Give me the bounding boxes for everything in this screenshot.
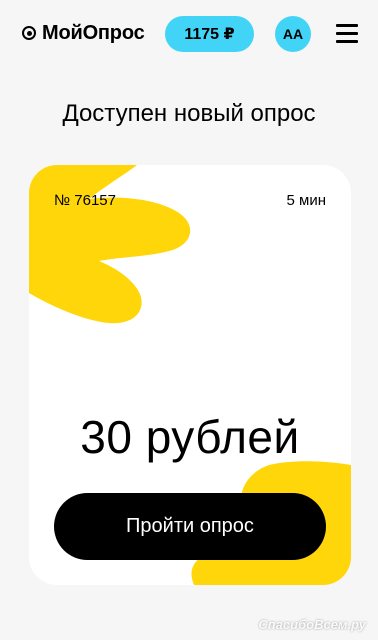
logo[interactable]: МойОпрос (22, 20, 145, 46)
survey-duration: 5 мин (286, 192, 327, 209)
reward-amount: 30 рублей (80, 411, 300, 463)
survey-card[interactable]: № 76157 5 мин 30 рублей Пройти опрос (29, 165, 351, 585)
logo-icon (22, 26, 36, 40)
page-title: Доступен новый опрос (62, 100, 316, 127)
app-header: МойОпрос 1175 ₽ AA (0, 0, 378, 70)
logo-text: МойОпрос (42, 21, 145, 44)
menu-icon[interactable] (336, 24, 358, 44)
watermark: СпасибоВсем.ру (258, 617, 366, 632)
avatar[interactable]: AA (275, 16, 311, 52)
survey-number: № 76157 (54, 192, 116, 209)
start-survey-button[interactable]: Пройти опрос (54, 493, 326, 560)
balance-button[interactable]: 1175 ₽ (165, 16, 254, 52)
